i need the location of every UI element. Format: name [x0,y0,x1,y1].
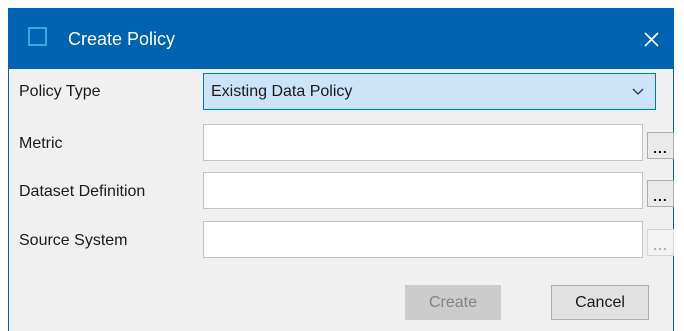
metric-field[interactable] [203,124,643,161]
source-system-label: Source System [19,232,128,249]
metric-browse-button[interactable]: ... [647,132,674,159]
metric-label: Metric [19,135,63,152]
dataset-definition-label: Dataset Definition [19,183,146,200]
policy-type-select[interactable]: Existing Data Policy [203,73,656,110]
close-icon [644,32,659,47]
dataset-definition-field[interactable] [203,172,643,209]
ellipsis-icon: ... [653,140,668,156]
title-bar: Create Policy [9,9,673,69]
dataset-definition-browse-button[interactable]: ... [647,180,674,207]
create-button[interactable]: Create [405,285,501,320]
policy-type-value: Existing Data Policy [211,83,353,100]
source-system-browse-button[interactable]: ... [647,229,674,256]
ellipsis-icon: ... [653,237,668,253]
create-policy-dialog: Create Policy Policy Type Existing Data … [8,8,674,331]
cancel-button[interactable]: Cancel [551,285,649,320]
close-button[interactable] [629,9,673,69]
dialog-title: Create Policy [68,29,176,49]
chevron-down-icon [632,88,644,95]
policy-type-label: Policy Type [19,83,101,100]
window-icon [28,27,47,46]
ellipsis-icon: ... [653,188,668,204]
source-system-field[interactable] [203,221,643,258]
